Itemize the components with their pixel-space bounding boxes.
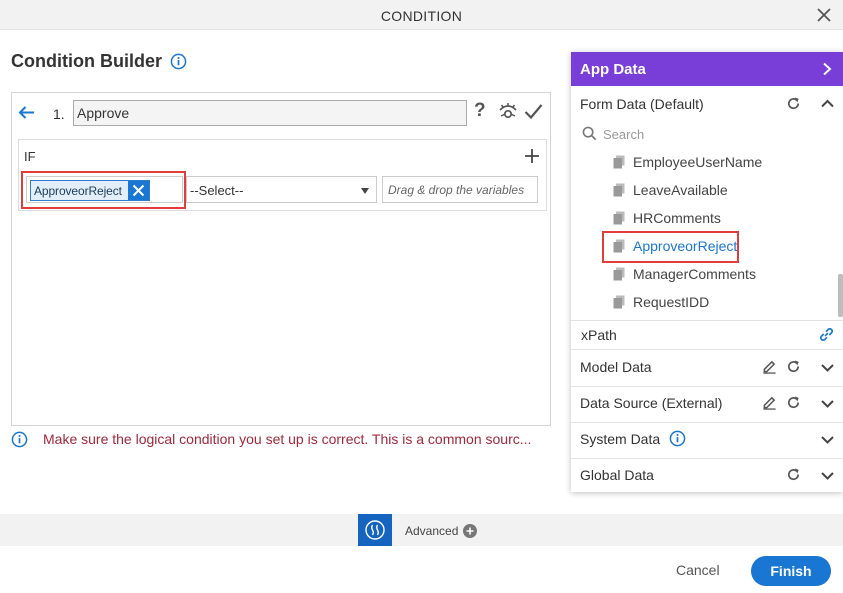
plus-circle-icon — [463, 524, 478, 538]
field-label: RequestIDD — [633, 294, 710, 310]
chevron-down-icon[interactable] — [820, 468, 835, 483]
condition-row-header: 1. ? — [12, 93, 550, 133]
back-arrow-icon[interactable] — [18, 105, 35, 120]
field-label: ManagerComments — [633, 266, 756, 282]
advanced-icon — [365, 520, 385, 540]
refresh-icon[interactable] — [786, 96, 801, 111]
form-data-title: Form Data (Default) — [580, 96, 704, 112]
search-input[interactable] — [603, 124, 823, 144]
refresh-icon[interactable] — [786, 467, 801, 482]
field-label: LeaveAvailable — [633, 182, 728, 198]
check-icon[interactable] — [524, 103, 543, 120]
page-title: Condition Builder — [11, 51, 187, 72]
section-title: Data Source (External) — [580, 395, 723, 411]
info-icon[interactable] — [170, 53, 187, 70]
advanced-link[interactable]: Advanced — [405, 524, 478, 538]
value-drop-field[interactable]: Drag & drop the variables — [382, 176, 538, 203]
dialog-title: CONDITION — [380, 8, 463, 24]
field-icon — [613, 183, 625, 197]
close-icon[interactable] — [815, 6, 833, 24]
field-label: EmployeeUserName — [633, 154, 763, 170]
field-requestidd[interactable]: RequestIDD — [613, 291, 709, 313]
finish-button[interactable]: Finish — [751, 556, 831, 586]
system-data-section[interactable]: System Data — [571, 423, 843, 459]
cancel-button[interactable]: Cancel — [676, 562, 720, 578]
info-icon[interactable] — [669, 430, 686, 447]
scrollbar-thumb[interactable] — [838, 274, 843, 317]
variable-drop-field[interactable]: ApproveorReject — [26, 176, 183, 203]
refresh-icon[interactable] — [786, 359, 801, 374]
warning-message: Make sure the logical condition you set … — [11, 430, 551, 448]
field-employeeusername[interactable]: EmployeeUserName — [613, 151, 762, 173]
row-number: 1. — [53, 106, 65, 122]
model-data-section[interactable]: Model Data — [571, 350, 843, 386]
advanced-toggle-button[interactable] — [358, 514, 392, 546]
edit-icon[interactable] — [762, 395, 777, 410]
advanced-label: Advanced — [405, 524, 459, 538]
chevron-down-icon[interactable] — [820, 360, 835, 375]
app-data-panel: App Data Form Data (Default) EmployeeUse… — [571, 52, 843, 492]
chevron-up-icon[interactable] — [820, 96, 835, 111]
row-name-input[interactable] — [73, 100, 467, 126]
xpath-row[interactable]: xPath — [571, 321, 843, 349]
data-source-section[interactable]: Data Source (External) — [571, 387, 843, 423]
field-icon — [613, 267, 625, 281]
field-hrcomments[interactable]: HRComments — [613, 207, 721, 229]
xpath-label: xPath — [581, 327, 617, 343]
condition-builder-title: Condition Builder — [11, 51, 162, 71]
field-managercomments[interactable]: ManagerComments — [613, 263, 756, 285]
section-title: Model Data — [580, 359, 652, 375]
field-label: HRComments — [633, 210, 721, 226]
global-data-section[interactable]: Global Data — [571, 459, 843, 492]
search-row — [571, 123, 843, 145]
chevron-down-icon[interactable] — [820, 396, 835, 411]
section-title: System Data — [580, 431, 661, 447]
dialog-titlebar: CONDITION — [0, 0, 843, 30]
field-icon — [613, 211, 625, 225]
variable-slot-highlight: ApproveorReject — [21, 171, 186, 209]
if-label: IF — [24, 149, 36, 164]
visibility-icon[interactable] — [498, 102, 518, 122]
field-icon — [613, 295, 625, 309]
section-title: Global Data — [580, 467, 654, 483]
form-data-section-header[interactable]: Form Data (Default) — [571, 86, 843, 122]
remove-variable-button[interactable] — [128, 181, 149, 200]
condition-builder-panel: 1. ? IF ApproveorReject — [11, 92, 551, 426]
app-data-title: App Data — [580, 61, 646, 78]
link-icon[interactable] — [818, 326, 835, 343]
edit-icon[interactable] — [762, 359, 777, 374]
search-icon — [582, 126, 597, 141]
highlighted-field-outline — [602, 231, 739, 263]
refresh-icon[interactable] — [786, 395, 801, 410]
field-leaveavailable[interactable]: LeaveAvailable — [613, 179, 728, 201]
app-data-header: App Data — [571, 52, 843, 86]
variable-chip: ApproveorReject — [30, 180, 150, 201]
chevron-right-icon[interactable] — [821, 62, 833, 76]
operator-select-value: --Select-- — [190, 183, 244, 198]
caret-down-icon — [361, 188, 369, 194]
variable-chip-label: ApproveorReject — [34, 183, 122, 198]
operator-select[interactable]: --Select-- — [186, 176, 377, 203]
if-condition-box: IF ApproveorReject --Select-- Drag & dro… — [18, 139, 547, 211]
plus-icon[interactable] — [524, 148, 540, 164]
remove-icon — [132, 184, 145, 197]
info-icon — [11, 431, 28, 447]
help-icon[interactable]: ? — [474, 100, 486, 122]
field-icon — [613, 155, 625, 169]
chevron-down-icon[interactable] — [820, 432, 835, 447]
warning-text: Make sure the logical condition you set … — [43, 431, 532, 447]
